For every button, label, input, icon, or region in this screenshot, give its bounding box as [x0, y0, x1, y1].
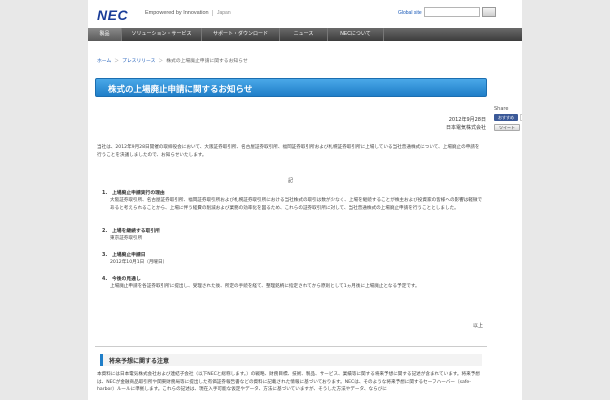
breadcrumb-press[interactable]: プレスリリース: [122, 57, 155, 64]
page-title: 株式の上場廃止申請に関するお知らせ: [108, 85, 253, 95]
notice-box: 将来予想に関する注意 本資料には日本電気株式会社および連結子会社（以下NECと総…: [95, 346, 487, 400]
breadcrumb-separator: ＞: [114, 59, 120, 64]
nav-item-products[interactable]: 製品: [88, 28, 122, 41]
global-site-link[interactable]: Global site: [398, 10, 422, 16]
nav-item-about[interactable]: NECについて: [328, 28, 384, 41]
notice-title: 将来予想に関する注意: [109, 358, 170, 365]
breadcrumb: ホーム ＞ プレスリリース ＞ 株式の上場廃止申請に関するお知らせ: [97, 57, 248, 64]
breadcrumb-separator: ＞: [158, 59, 164, 64]
page: NEC Empowered by Innovation Japan Global…: [88, 0, 522, 400]
notice-header: 将来予想に関する注意: [100, 354, 482, 366]
ki-mark: 記: [288, 178, 294, 184]
recommend-button[interactable]: おすすめ: [494, 114, 518, 121]
company-name: 日本電気株式会社: [445, 125, 486, 131]
intro-text: 当社は、2012年9月28日開催の取締役会において、大阪証券取引所、名古屋証券取…: [97, 145, 480, 158]
section-heading: 1. 上場廃止申請実行の理由: [102, 191, 165, 196]
section-body: 大阪証券取引所、名古屋証券取引所、福岡証券取引所および札幌証券取引所における当社…: [110, 198, 483, 211]
search-button[interactable]: [482, 7, 496, 17]
breadcrumb-current: 株式の上場廃止申請に関するお知らせ: [166, 59, 248, 64]
section-body: 2012年10月1日（月曜日）: [110, 260, 168, 265]
section-body: 上場廃止申請を各証券取引所に提出し、受理された後、所定の手続を経て、整理銘柄に指…: [110, 284, 420, 289]
section-heading: 3. 上場廃止申請日: [102, 253, 146, 258]
section-heading: 2. 上場を継続する取引所: [102, 229, 160, 234]
global-nav: 製品 ソリューション・サービス サポート・ダウンロード ニュース NECについて: [88, 28, 522, 41]
share-label: Share: [494, 106, 509, 112]
nav-item-support[interactable]: サポート・ダウンロード: [202, 28, 280, 41]
site-header: NEC Empowered by Innovation Japan Global…: [88, 0, 522, 26]
search-input[interactable]: [424, 7, 480, 17]
share-count: 128: [520, 114, 522, 121]
notice-body: 本資料には日本電気株式会社および連結子会社（以下NECと総称します。）の戦略、財…: [97, 372, 480, 392]
section-heading: 4. 今後の見通し: [102, 277, 141, 282]
region-label: Japan: [212, 10, 231, 16]
title-banner: 株式の上場廃止申請に関するお知らせ: [95, 78, 487, 97]
section-body: 東京証券取引所: [110, 236, 143, 241]
nav-item-solutions[interactable]: ソリューション・サービス: [122, 28, 202, 41]
nav-item-news[interactable]: ニュース: [280, 28, 328, 41]
breadcrumb-home[interactable]: ホーム: [97, 57, 111, 64]
tweet-button[interactable]: ツイート: [494, 124, 520, 131]
release-date: 2012年9月28日: [448, 117, 486, 123]
tagline: Empowered by Innovation: [145, 10, 209, 16]
nec-logo[interactable]: NEC: [97, 7, 128, 23]
ijo-mark: 以上: [473, 323, 484, 329]
